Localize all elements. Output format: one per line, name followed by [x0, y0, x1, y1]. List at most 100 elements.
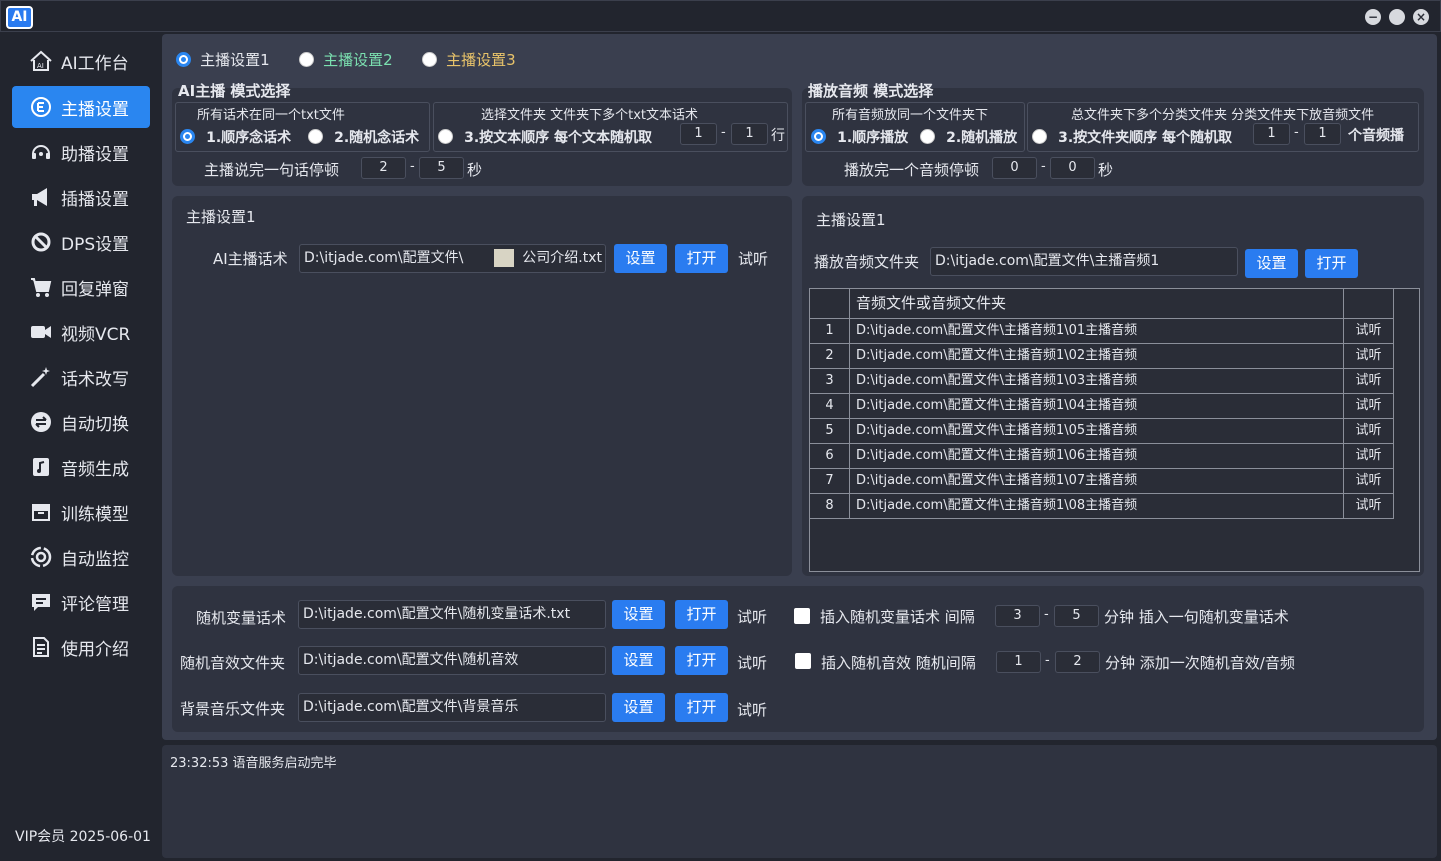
random-var-checkbox[interactable] [794, 608, 810, 624]
megaphone-icon [29, 185, 53, 209]
bgm-input[interactable]: D:\itjade.com\配置文件\背景音乐 [298, 693, 606, 722]
random-var-interval-to[interactable]: 5 [1054, 605, 1099, 627]
sidebar-item-script-rewrite[interactable]: 话术改写 [12, 356, 150, 398]
random-var-set-button[interactable]: 设置 [612, 600, 665, 629]
tab-anchor-1[interactable]: 主播设置1 [176, 49, 270, 70]
ai-mode-option-2[interactable]: 2.随机念话术 [308, 126, 419, 147]
sidebar-item-label: 音频生成 [61, 459, 129, 480]
random-sfx-checkbox[interactable] [795, 653, 811, 669]
sidebar-item-audio-generate[interactable]: 音频生成 [12, 446, 150, 488]
audio-folder-set-button[interactable]: 设置 [1245, 249, 1298, 278]
random-settings-card: 随机变量话术 D:\itjade.com\配置文件\随机变量话术.txt 设置 … [172, 586, 1424, 732]
table-row[interactable]: 4 D:\itjade.com\配置文件\主播音频1\04主播音频 试听 [810, 394, 1394, 419]
sidebar-item-video-vcr[interactable]: 视频VCR [12, 311, 150, 353]
dash: - [1041, 159, 1046, 174]
sidebar-item-reply-popup[interactable]: 回复弹窗 [12, 266, 150, 308]
pause-from[interactable]: 0 [992, 157, 1037, 179]
maximize-button[interactable] [1389, 9, 1405, 25]
sidebar-item-assistant-settings[interactable]: 助播设置 [12, 131, 150, 173]
row-path-cell: D:\itjade.com\配置文件\主播音频1\03主播音频 [850, 369, 1344, 393]
script-set-button[interactable]: 设置 [614, 244, 667, 273]
row-listen-button[interactable]: 试听 [1344, 444, 1394, 468]
row-listen-button[interactable]: 试听 [1344, 469, 1394, 493]
line-range-to[interactable]: 1 [731, 123, 768, 145]
sidebar-item-auto-monitor[interactable]: 自动监控 [12, 536, 150, 578]
pause-from[interactable]: 2 [361, 157, 406, 179]
radio-icon [180, 129, 195, 144]
sidebar-item-ai-workbench[interactable]: AI AI工作台 [12, 40, 150, 82]
header-path-cell: 音频文件或音频文件夹 [850, 289, 1344, 318]
random-var-interval-from[interactable]: 3 [995, 605, 1040, 627]
row-listen-button[interactable]: 试听 [1344, 369, 1394, 393]
video-camera-icon [29, 320, 53, 344]
ai-mode-card: AI主播 模式选择 所有话术在同一个txt文件 1.顺序念话术 2.随机念话术 … [172, 82, 792, 186]
ai-mode-group-folder: 选择文件夹 文件夹下多个txt文本话术 3.按文本顺序 每个文本随机取 1 - … [433, 102, 788, 152]
script-path-input[interactable]: D:\itjade.com\配置文件\ 公司介绍.txt [299, 244, 606, 273]
row-listen-button[interactable]: 试听 [1344, 344, 1394, 368]
random-sfx-input[interactable]: D:\itjade.com\配置文件\随机音效 [298, 646, 606, 675]
row-path-cell: D:\itjade.com\配置文件\主播音频1\05主播音频 [850, 419, 1344, 443]
audio-mode-title: 播放音频 模式选择 [808, 82, 934, 100]
script-listen-button[interactable]: 试听 [738, 248, 768, 269]
title-bar: AI − × [0, 0, 1441, 32]
radio-icon [811, 129, 826, 144]
table-row[interactable]: 8 D:\itjade.com\配置文件\主播音频1\08主播音频 试听 [810, 494, 1394, 519]
line-range-from[interactable]: 1 [680, 123, 717, 145]
sidebar-item-label: 插播设置 [61, 189, 129, 210]
random-sfx-listen-button[interactable]: 试听 [737, 652, 767, 673]
close-button[interactable]: × [1413, 9, 1429, 25]
tab-anchor-2[interactable]: 主播设置2 [299, 49, 393, 70]
audio-mode-option-1[interactable]: 1.顺序播放 [811, 126, 908, 147]
random-var-input[interactable]: D:\itjade.com\配置文件\随机变量话术.txt [298, 600, 606, 629]
option-label: 3.按文本顺序 每个文本随机取 [464, 129, 653, 146]
sidebar-item-insert-settings[interactable]: 插播设置 [12, 176, 150, 218]
table-row[interactable]: 7 D:\itjade.com\配置文件\主播音频1\07主播音频 试听 [810, 469, 1394, 494]
pause-to[interactable]: 5 [419, 157, 464, 179]
ai-mode-option-3[interactable]: 3.按文本顺序 每个文本随机取 [438, 126, 652, 147]
sidebar-item-user-guide[interactable]: 使用介绍 [12, 626, 150, 668]
bgm-listen-button[interactable]: 试听 [737, 699, 767, 720]
table-row[interactable]: 2 D:\itjade.com\配置文件\主播音频1\02主播音频 试听 [810, 344, 1394, 369]
random-sfx-suffix: 分钟 添加一次随机音效/音频 [1105, 654, 1295, 672]
bgm-set-button[interactable]: 设置 [612, 693, 665, 722]
random-sfx-interval-to[interactable]: 2 [1055, 651, 1100, 673]
audio-folder-input[interactable]: D:\itjade.com\配置文件\主播音频1 [930, 247, 1238, 276]
script-open-button[interactable]: 打开 [675, 244, 728, 273]
random-var-listen-button[interactable]: 试听 [737, 606, 767, 627]
tab-anchor-3[interactable]: 主播设置3 [422, 49, 516, 70]
audio-folder-open-button[interactable]: 打开 [1305, 249, 1358, 278]
random-sfx-label: 随机音效文件夹 [180, 654, 286, 672]
row-listen-button[interactable]: 试听 [1344, 494, 1394, 518]
table-row[interactable]: 3 D:\itjade.com\配置文件\主播音频1\03主播音频 试听 [810, 369, 1394, 394]
minimize-button[interactable]: − [1365, 9, 1381, 25]
audio-mode-option-2[interactable]: 2.随机播放 [920, 126, 1017, 147]
pause-unit: 秒 [467, 161, 483, 179]
pause-unit: 秒 [1098, 161, 1114, 179]
sidebar-item-comment-manage[interactable]: 评论管理 [12, 581, 150, 623]
row-listen-button[interactable]: 试听 [1344, 319, 1394, 343]
pause-to[interactable]: 0 [1050, 157, 1095, 179]
table-row[interactable]: 5 D:\itjade.com\配置文件\主播音频1\05主播音频 试听 [810, 419, 1394, 444]
audio-mode-group-single: 所有音频放同一个文件夹下 1.顺序播放 2.随机播放 [805, 102, 1025, 152]
random-sfx-set-button[interactable]: 设置 [612, 646, 665, 675]
dash: - [1294, 125, 1299, 140]
folder-range-from[interactable]: 1 [1253, 123, 1290, 145]
ai-mode-option-1[interactable]: 1.顺序念话术 [180, 126, 291, 147]
random-var-open-button[interactable]: 打开 [675, 600, 728, 629]
card-title: 主播设置1 [816, 211, 886, 229]
table-row[interactable]: 1 D:\itjade.com\配置文件\主播音频1\01主播音频 试听 [810, 319, 1394, 344]
row-listen-button[interactable]: 试听 [1344, 394, 1394, 418]
audio-mode-option-3[interactable]: 3.按文件夹顺序 每个随机取 [1032, 126, 1232, 147]
row-index-cell: 6 [810, 444, 850, 468]
row-listen-button[interactable]: 试听 [1344, 419, 1394, 443]
random-sfx-open-button[interactable]: 打开 [675, 646, 728, 675]
sidebar-item-anchor-settings[interactable]: 主播设置 [12, 86, 150, 128]
folder-range-to[interactable]: 1 [1304, 123, 1341, 145]
table-row[interactable]: 6 D:\itjade.com\配置文件\主播音频1\06主播音频 试听 [810, 444, 1394, 469]
random-sfx-interval-from[interactable]: 1 [996, 651, 1041, 673]
sidebar-item-dps-settings[interactable]: DPS设置 [12, 221, 150, 263]
sidebar-item-auto-switch[interactable]: 自动切换 [12, 401, 150, 443]
random-var-suffix: 分钟 插入一句随机变量话术 [1104, 608, 1289, 626]
bgm-open-button[interactable]: 打开 [675, 693, 728, 722]
sidebar-item-train-model[interactable]: 训练模型 [12, 491, 150, 533]
